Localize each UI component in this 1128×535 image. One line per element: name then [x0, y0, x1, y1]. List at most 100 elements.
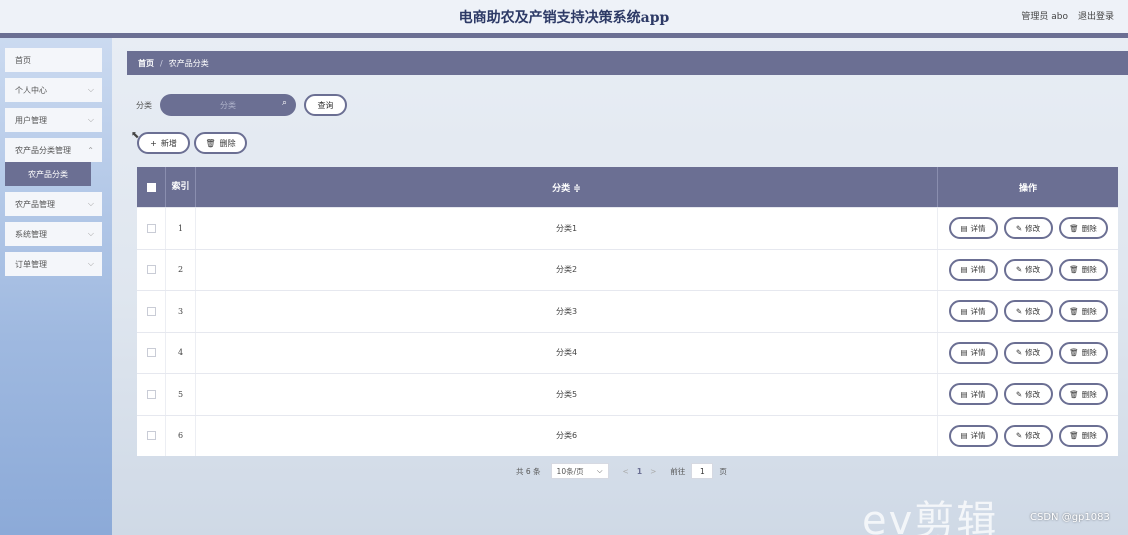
row-operations: ▤ 详情 ✎ 修改 🗑 删除 — [938, 416, 1118, 457]
edit-button[interactable]: ✎ 修改 — [1003, 300, 1053, 323]
row-check-cell — [137, 415, 166, 456]
trash-icon: 🗑 — [1069, 389, 1079, 399]
plus-icon: + — [150, 138, 157, 148]
edit-button[interactable]: ✎ 修改 — [1003, 341, 1053, 364]
row-category: 分类6 — [196, 415, 938, 456]
chevron-down-icon: ⌵ — [87, 115, 94, 124]
pencil-icon: ✎ — [1015, 223, 1023, 233]
trash-icon: 🗑 — [1069, 223, 1079, 233]
detail-label: 详情 — [970, 348, 986, 358]
sidebar-subitem-category[interactable]: 农产品分类 — [5, 162, 91, 186]
chevron-down-icon: ⌵ — [87, 229, 94, 238]
table-row: 6 分类6 ▤ 详情 ✎ 修改 🗑 删除 — [137, 414, 1118, 457]
delete-label: 删除 — [1081, 265, 1097, 275]
row-checkbox[interactable] — [146, 431, 156, 441]
detail-button[interactable]: ▤ 详情 — [948, 300, 998, 323]
current-user-label: 管理员 abo — [1021, 12, 1068, 22]
query-button[interactable]: 查询 — [304, 94, 347, 116]
sidebar-item-home[interactable]: 首页 — [5, 48, 102, 72]
edit-label: 修改 — [1025, 389, 1041, 399]
next-page-icon[interactable]: > — [650, 467, 656, 476]
page-size-value: 10条/页 — [556, 466, 584, 476]
row-checkbox[interactable] — [146, 389, 156, 399]
detail-button[interactable]: ▤ 详情 — [948, 341, 998, 364]
delete-button[interactable]: 🗑 删除 — [1058, 383, 1108, 406]
edit-button[interactable]: ✎ 修改 — [1003, 258, 1053, 281]
breadcrumb-home[interactable]: 首页 — [138, 58, 154, 69]
detail-button[interactable]: ▤ 详情 — [948, 217, 998, 240]
pencil-icon: ✎ — [1015, 389, 1023, 399]
top-header: 电商助农及产销支持决策系统app 管理员 abo 退出登录 — [0, 0, 1128, 33]
header-category-sortable[interactable]: 分类 ≑ — [196, 167, 938, 207]
pencil-icon: ✎ — [1015, 431, 1023, 441]
delete-label: 删除 — [1081, 431, 1097, 441]
detail-button[interactable]: ▤ 详情 — [948, 258, 998, 281]
row-category: 分类1 — [196, 208, 938, 249]
header-operations: 操作 — [1018, 183, 1037, 194]
goto-page-input[interactable]: 1 — [691, 463, 714, 479]
current-page[interactable]: 1 — [637, 467, 642, 476]
add-button[interactable]: + 新增 — [137, 132, 190, 154]
document-icon: ▤ — [960, 431, 968, 441]
sidebar-item-product-management[interactable]: 农产品管理 ⌵ — [5, 192, 102, 216]
chevron-down-icon: ⌵ — [87, 259, 94, 268]
sidebar-item-label: 个人中心 — [15, 85, 47, 95]
ev-watermark-logo: ev剪辑 — [862, 498, 999, 535]
chevron-down-icon: ⌵ — [87, 199, 94, 208]
document-icon: ▤ — [960, 306, 968, 316]
sidebar-item-user-management[interactable]: 用户管理 ⌵ — [5, 108, 102, 132]
delete-button[interactable]: 🗑 删除 — [1058, 258, 1108, 281]
table-row: 3 分类3 ▤ 详情 ✎ 修改 🗑 删除 — [137, 290, 1118, 332]
row-checkbox[interactable] — [146, 348, 156, 358]
edit-button[interactable]: ✎ 修改 — [1003, 424, 1053, 447]
chevron-down-icon: ⌵ — [87, 85, 94, 94]
sidebar-subitem-label: 农产品分类 — [28, 169, 68, 179]
document-icon: ▤ — [960, 223, 968, 233]
row-category: 分类4 — [196, 332, 938, 373]
logout-link[interactable]: 退出登录 — [1078, 9, 1114, 22]
trash-icon: 🗑 — [1069, 306, 1079, 316]
chevron-up-icon: ⌃ — [87, 145, 94, 155]
batch-delete-button[interactable]: 🗑 删除 — [194, 132, 247, 154]
delete-button-label: 删除 — [219, 138, 236, 148]
row-operations: ▤ 详情 ✎ 修改 🗑 删除 — [938, 250, 1118, 291]
delete-button[interactable]: 🗑 删除 — [1058, 217, 1108, 240]
header-divider-bar — [0, 33, 1128, 38]
document-icon: ▤ — [960, 265, 968, 275]
select-all-checkbox[interactable] — [146, 182, 156, 192]
table-header: 索引 分类 ≑ 操作 — [137, 167, 1118, 207]
row-checkbox[interactable] — [146, 306, 156, 316]
category-search-input[interactable] — [160, 94, 296, 116]
detail-label: 详情 — [970, 306, 986, 316]
detail-button[interactable]: ▤ 详情 — [948, 383, 998, 406]
delete-label: 删除 — [1081, 306, 1097, 316]
sidebar-item-label: 系统管理 — [15, 229, 47, 239]
sidebar-item-order-management[interactable]: 订单管理 ⌵ — [5, 252, 102, 276]
page-nav: < 1 > — [623, 467, 657, 476]
row-index: 1 — [166, 208, 196, 249]
detail-button[interactable]: ▤ 详情 — [948, 424, 998, 447]
row-check-cell — [137, 249, 166, 290]
prev-page-icon[interactable]: < — [623, 467, 629, 476]
delete-label: 删除 — [1081, 348, 1097, 358]
row-checkbox[interactable] — [146, 265, 156, 275]
sidebar-item-label: 农产品分类管理 — [15, 145, 71, 155]
add-button-label: 新增 — [160, 138, 177, 148]
breadcrumb-separator: / — [160, 58, 163, 68]
table-row: 4 分类4 ▤ 详情 ✎ 修改 🗑 删除 — [137, 331, 1118, 373]
table-body: 1 分类1 ▤ 详情 ✎ 修改 🗑 删除 2 分类2 ▤ 详情 ✎ 修改 🗑 删… — [137, 207, 1118, 456]
delete-button[interactable]: 🗑 删除 — [1058, 300, 1108, 323]
row-index: 6 — [166, 415, 196, 456]
delete-button[interactable]: 🗑 删除 — [1058, 341, 1108, 364]
delete-button[interactable]: 🗑 删除 — [1058, 424, 1108, 447]
sidebar-item-personal-center[interactable]: 个人中心 ⌵ — [5, 78, 102, 102]
page-size-select[interactable]: 10条/页 ⌵ — [550, 463, 609, 479]
row-index: 5 — [166, 374, 196, 415]
edit-button[interactable]: ✎ 修改 — [1003, 217, 1053, 240]
sidebar-item-system-management[interactable]: 系统管理 ⌵ — [5, 222, 102, 246]
search-label: 分类 — [136, 101, 152, 110]
sidebar-item-category-management[interactable]: 农产品分类管理 ⌃ — [5, 138, 102, 162]
row-checkbox[interactable] — [146, 223, 156, 233]
edit-button[interactable]: ✎ 修改 — [1003, 383, 1053, 406]
pencil-icon: ✎ — [1015, 348, 1023, 358]
